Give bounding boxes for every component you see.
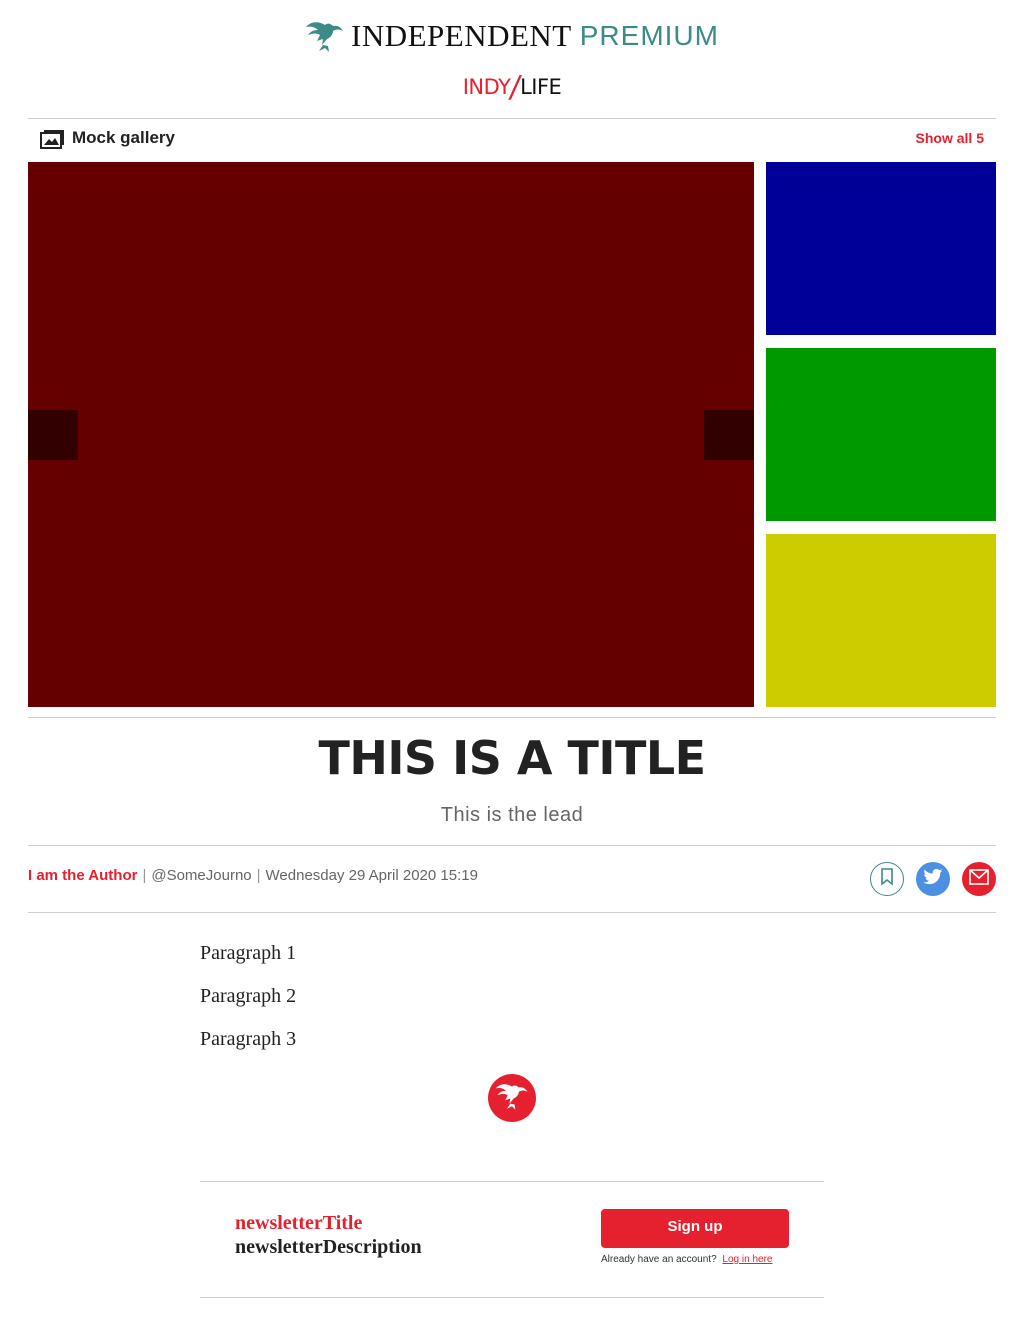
newsletter-divider [200, 1297, 824, 1298]
twitter-icon [923, 868, 943, 891]
brand-name: INDEPENDENT [351, 18, 572, 53]
bookmark-icon [880, 867, 894, 891]
author-link[interactable]: I am the Author [28, 867, 137, 884]
account-prompt-text: Already have an account? [601, 1254, 717, 1265]
article-paragraph: Paragraph 2 [200, 985, 297, 1007]
section-logo-part1: INDY [462, 75, 511, 99]
login-link[interactable]: Log in here [722, 1254, 772, 1265]
newsletter-description: newsletterDescription [235, 1236, 422, 1258]
brand-tier: PREMIUM [579, 20, 719, 51]
brand-logo[interactable]: INDEPENDENT PREMIUM [0, 16, 1024, 56]
gallery-icon [40, 130, 64, 155]
twitter-share-button[interactable] [916, 862, 950, 896]
article-lead: This is the lead [440, 804, 584, 826]
byline: I am the Author | @SomeJourno | Wednesday 29… [28, 867, 478, 884]
end-of-article-mark [488, 1074, 536, 1122]
article-paragraph: Paragraph 1 [200, 942, 297, 964]
newsletter-divider [200, 1181, 824, 1182]
gallery-previous-button[interactable] [28, 410, 78, 460]
byline-separator: | [256, 867, 261, 884]
article-paragraph: Paragraph 3 [200, 1028, 297, 1050]
section-logo-part2: LIFE [520, 75, 562, 99]
bookmark-button[interactable] [870, 862, 904, 896]
divider [28, 118, 996, 119]
gallery-thumbnail-2[interactable] [766, 348, 996, 521]
gallery-thumbnail-1[interactable] [766, 162, 996, 335]
email-share-button[interactable] [962, 862, 996, 896]
gallery-thumbnail-3[interactable] [766, 534, 996, 707]
gallery-title: Mock gallery [72, 128, 175, 147]
newsletter-signup-button[interactable]: Sign up [601, 1209, 789, 1248]
publish-date: Wednesday 29 April 2020 15:19 [265, 867, 478, 884]
email-icon [969, 868, 989, 890]
masthead: INDEPENDENT PREMIUM INDY/LIFE [0, 0, 1024, 118]
section-logo[interactable]: INDY/LIFE [0, 70, 1024, 105]
divider [28, 912, 996, 913]
article-title: THIS IS A TITLE [318, 731, 706, 785]
divider [28, 717, 996, 718]
gallery-header: Mock gallery Show all 5 [28, 124, 996, 158]
gallery-next-button[interactable] [704, 410, 754, 460]
newsletter-title: newsletterTitle [235, 1212, 363, 1234]
eagle-icon [305, 19, 345, 53]
account-prompt: Already have an account? Log in here [601, 1254, 772, 1265]
byline-separator: | [142, 867, 147, 884]
author-handle[interactable]: @SomeJourno [151, 867, 251, 884]
show-all-link[interactable]: Show all 5 [916, 130, 984, 146]
eagle-icon [495, 1081, 529, 1116]
gallery-main-image[interactable] [28, 162, 754, 707]
divider [28, 845, 996, 846]
